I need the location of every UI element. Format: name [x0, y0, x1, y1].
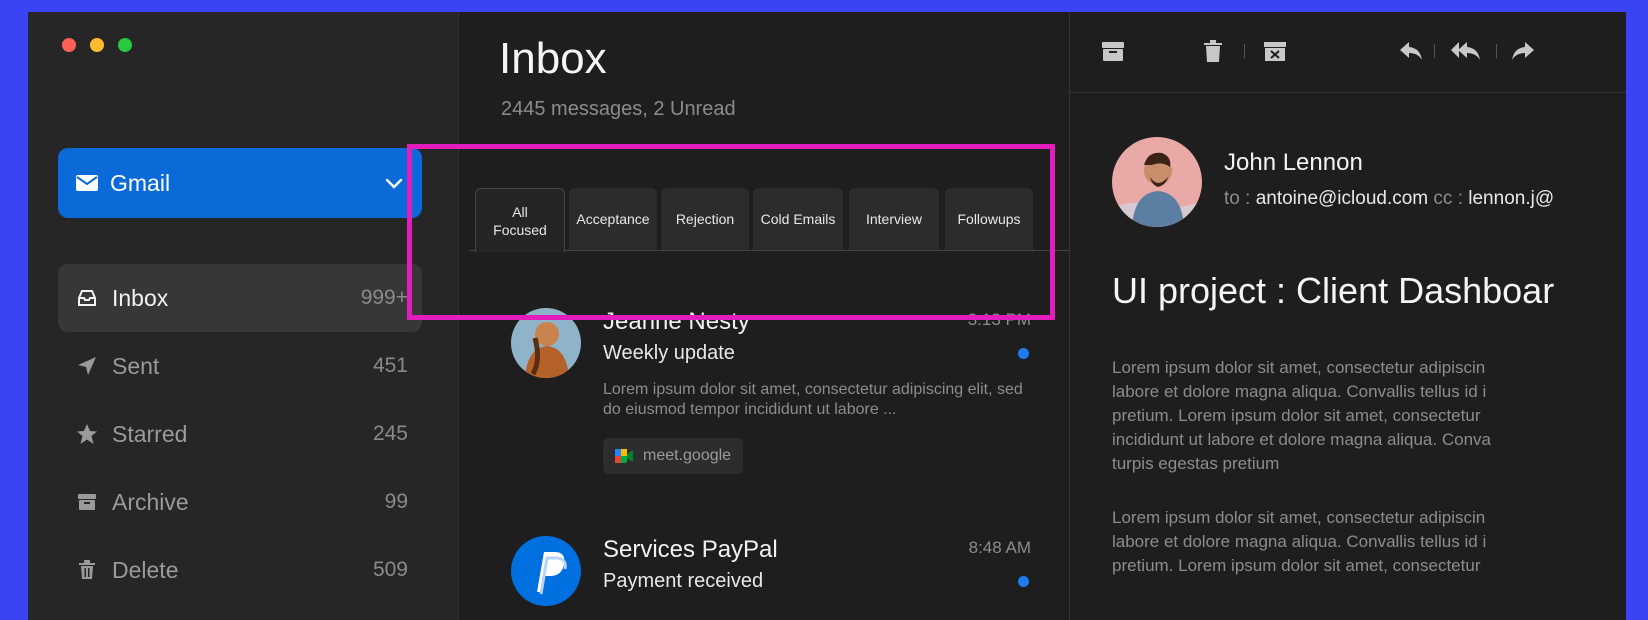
sidebar-item-count: 451 — [372, 354, 408, 377]
list-item[interactable]: Jeanne Nesty 3:13 PM Weekly update Lorem… — [511, 308, 1031, 488]
inbox-icon — [76, 287, 98, 309]
category-tabs: All Focused Acceptance Rejection Cold Em… — [469, 188, 1069, 252]
sidebar-item-delete[interactable]: Delete 509 — [58, 536, 422, 604]
message-sender: Jeanne Nesty — [603, 308, 750, 335]
divider — [1070, 92, 1626, 93]
message-time: 8:48 AM — [968, 538, 1031, 557]
tab-followups[interactable]: Followups — [945, 188, 1033, 250]
star-icon — [76, 423, 98, 445]
sidebar-item-inbox[interactable]: Inbox 999+ — [58, 264, 422, 332]
toolbar-divider — [1244, 44, 1245, 58]
message-subject: Weekly update — [603, 342, 735, 364]
toolbar-divider — [1496, 44, 1497, 58]
cc-address[interactable]: lennon.j@ — [1468, 188, 1554, 209]
reading-pane: John Lennon to : antoine@icloud.com cc :… — [1070, 12, 1626, 620]
tab-interview[interactable]: Interview — [849, 188, 939, 250]
trash-icon — [76, 559, 98, 581]
list-item[interactable]: Services PayPal 8:48 AM Payment received — [511, 536, 1031, 616]
to-label: to : — [1224, 188, 1256, 209]
sidebar-item-archive[interactable]: Archive 99 — [58, 468, 422, 536]
tab-rejection[interactable]: Rejection — [661, 188, 749, 250]
unread-indicator — [1018, 576, 1029, 587]
message-time: 3:13 PM — [967, 310, 1031, 329]
reader-sender: John Lennon — [1224, 149, 1363, 176]
sidebar: Gmail Inbox 999+ Sent 451 Starred 245 Ar… — [28, 12, 459, 620]
minimize-window-button[interactable] — [90, 38, 104, 52]
attachment-chip[interactable]: meet.google — [603, 438, 744, 474]
google-meet-icon — [615, 449, 633, 463]
message-body-paragraph: Lorem ipsum dolor sit amet, consectetur … — [1112, 508, 1487, 575]
toolbar-divider — [1434, 44, 1435, 58]
mail-window: Gmail Inbox 999+ Sent 451 Starred 245 Ar… — [28, 12, 1626, 620]
sidebar-item-label: Starred — [112, 420, 188, 447]
message-title: UI project : Client Dashboar — [1112, 270, 1555, 311]
message-subject: Payment received — [603, 570, 764, 592]
paypal-avatar — [511, 536, 581, 606]
tab-cold-emails[interactable]: Cold Emails — [753, 188, 843, 250]
archive-icon[interactable] — [1100, 38, 1126, 64]
window-controls — [62, 38, 132, 52]
sidebar-item-count: 509 — [372, 558, 408, 581]
message-toolbar — [1100, 32, 1620, 72]
close-window-button[interactable] — [62, 38, 76, 52]
forward-icon[interactable] — [1510, 38, 1536, 64]
trash-icon[interactable] — [1200, 38, 1226, 64]
message-body-paragraph: Lorem ipsum dolor sit amet, consectetur … — [1112, 358, 1491, 473]
maximize-window-button[interactable] — [118, 38, 132, 52]
send-icon — [76, 355, 98, 377]
tab-acceptance[interactable]: Acceptance — [569, 188, 657, 250]
page-title: Inbox — [499, 34, 607, 83]
junk-icon[interactable] — [1262, 38, 1288, 64]
sidebar-item-label: Archive — [112, 488, 189, 515]
sidebar-item-count: 245 — [372, 422, 408, 445]
sidebar-item-starred[interactable]: Starred 245 — [58, 400, 422, 468]
to-address[interactable]: antoine@icloud.com — [1256, 188, 1428, 209]
sidebar-item-label: Sent — [112, 352, 160, 379]
tab-all-focused[interactable]: All Focused — [475, 188, 565, 252]
archive-icon — [76, 491, 98, 513]
message-sender: Services PayPal — [603, 536, 778, 563]
message-count-summary: 2445 messages, 2 Unread — [501, 98, 736, 120]
attachment-label: meet.google — [643, 447, 732, 464]
recipients-line: to : antoine@icloud.com cc : lennon.j@ — [1224, 188, 1554, 210]
sidebar-item-count: 999+ — [360, 286, 408, 309]
sidebar-item-sent[interactable]: Sent 451 — [58, 332, 422, 400]
unread-indicator — [1018, 348, 1029, 359]
reply-all-icon[interactable] — [1450, 38, 1482, 64]
folder-nav: Inbox 999+ Sent 451 Starred 245 Archive … — [58, 264, 422, 604]
sidebar-item-label: Delete — [112, 556, 179, 583]
account-label: Gmail — [110, 169, 171, 196]
mail-icon — [76, 175, 98, 191]
message-list-pane: Inbox 2445 messages, 2 Unread All Focuse… — [459, 12, 1070, 620]
avatar — [511, 308, 581, 378]
cc-label: cc : — [1428, 188, 1469, 209]
reply-icon[interactable] — [1398, 38, 1424, 64]
chevron-down-icon[interactable] — [384, 176, 404, 190]
sidebar-item-count: 99 — [384, 490, 408, 513]
account-switcher[interactable]: Gmail — [58, 148, 422, 218]
message-preview: Lorem ipsum dolor sit amet, consectetur … — [603, 381, 1023, 418]
sidebar-item-label: Inbox — [112, 284, 169, 311]
avatar — [1112, 137, 1202, 227]
